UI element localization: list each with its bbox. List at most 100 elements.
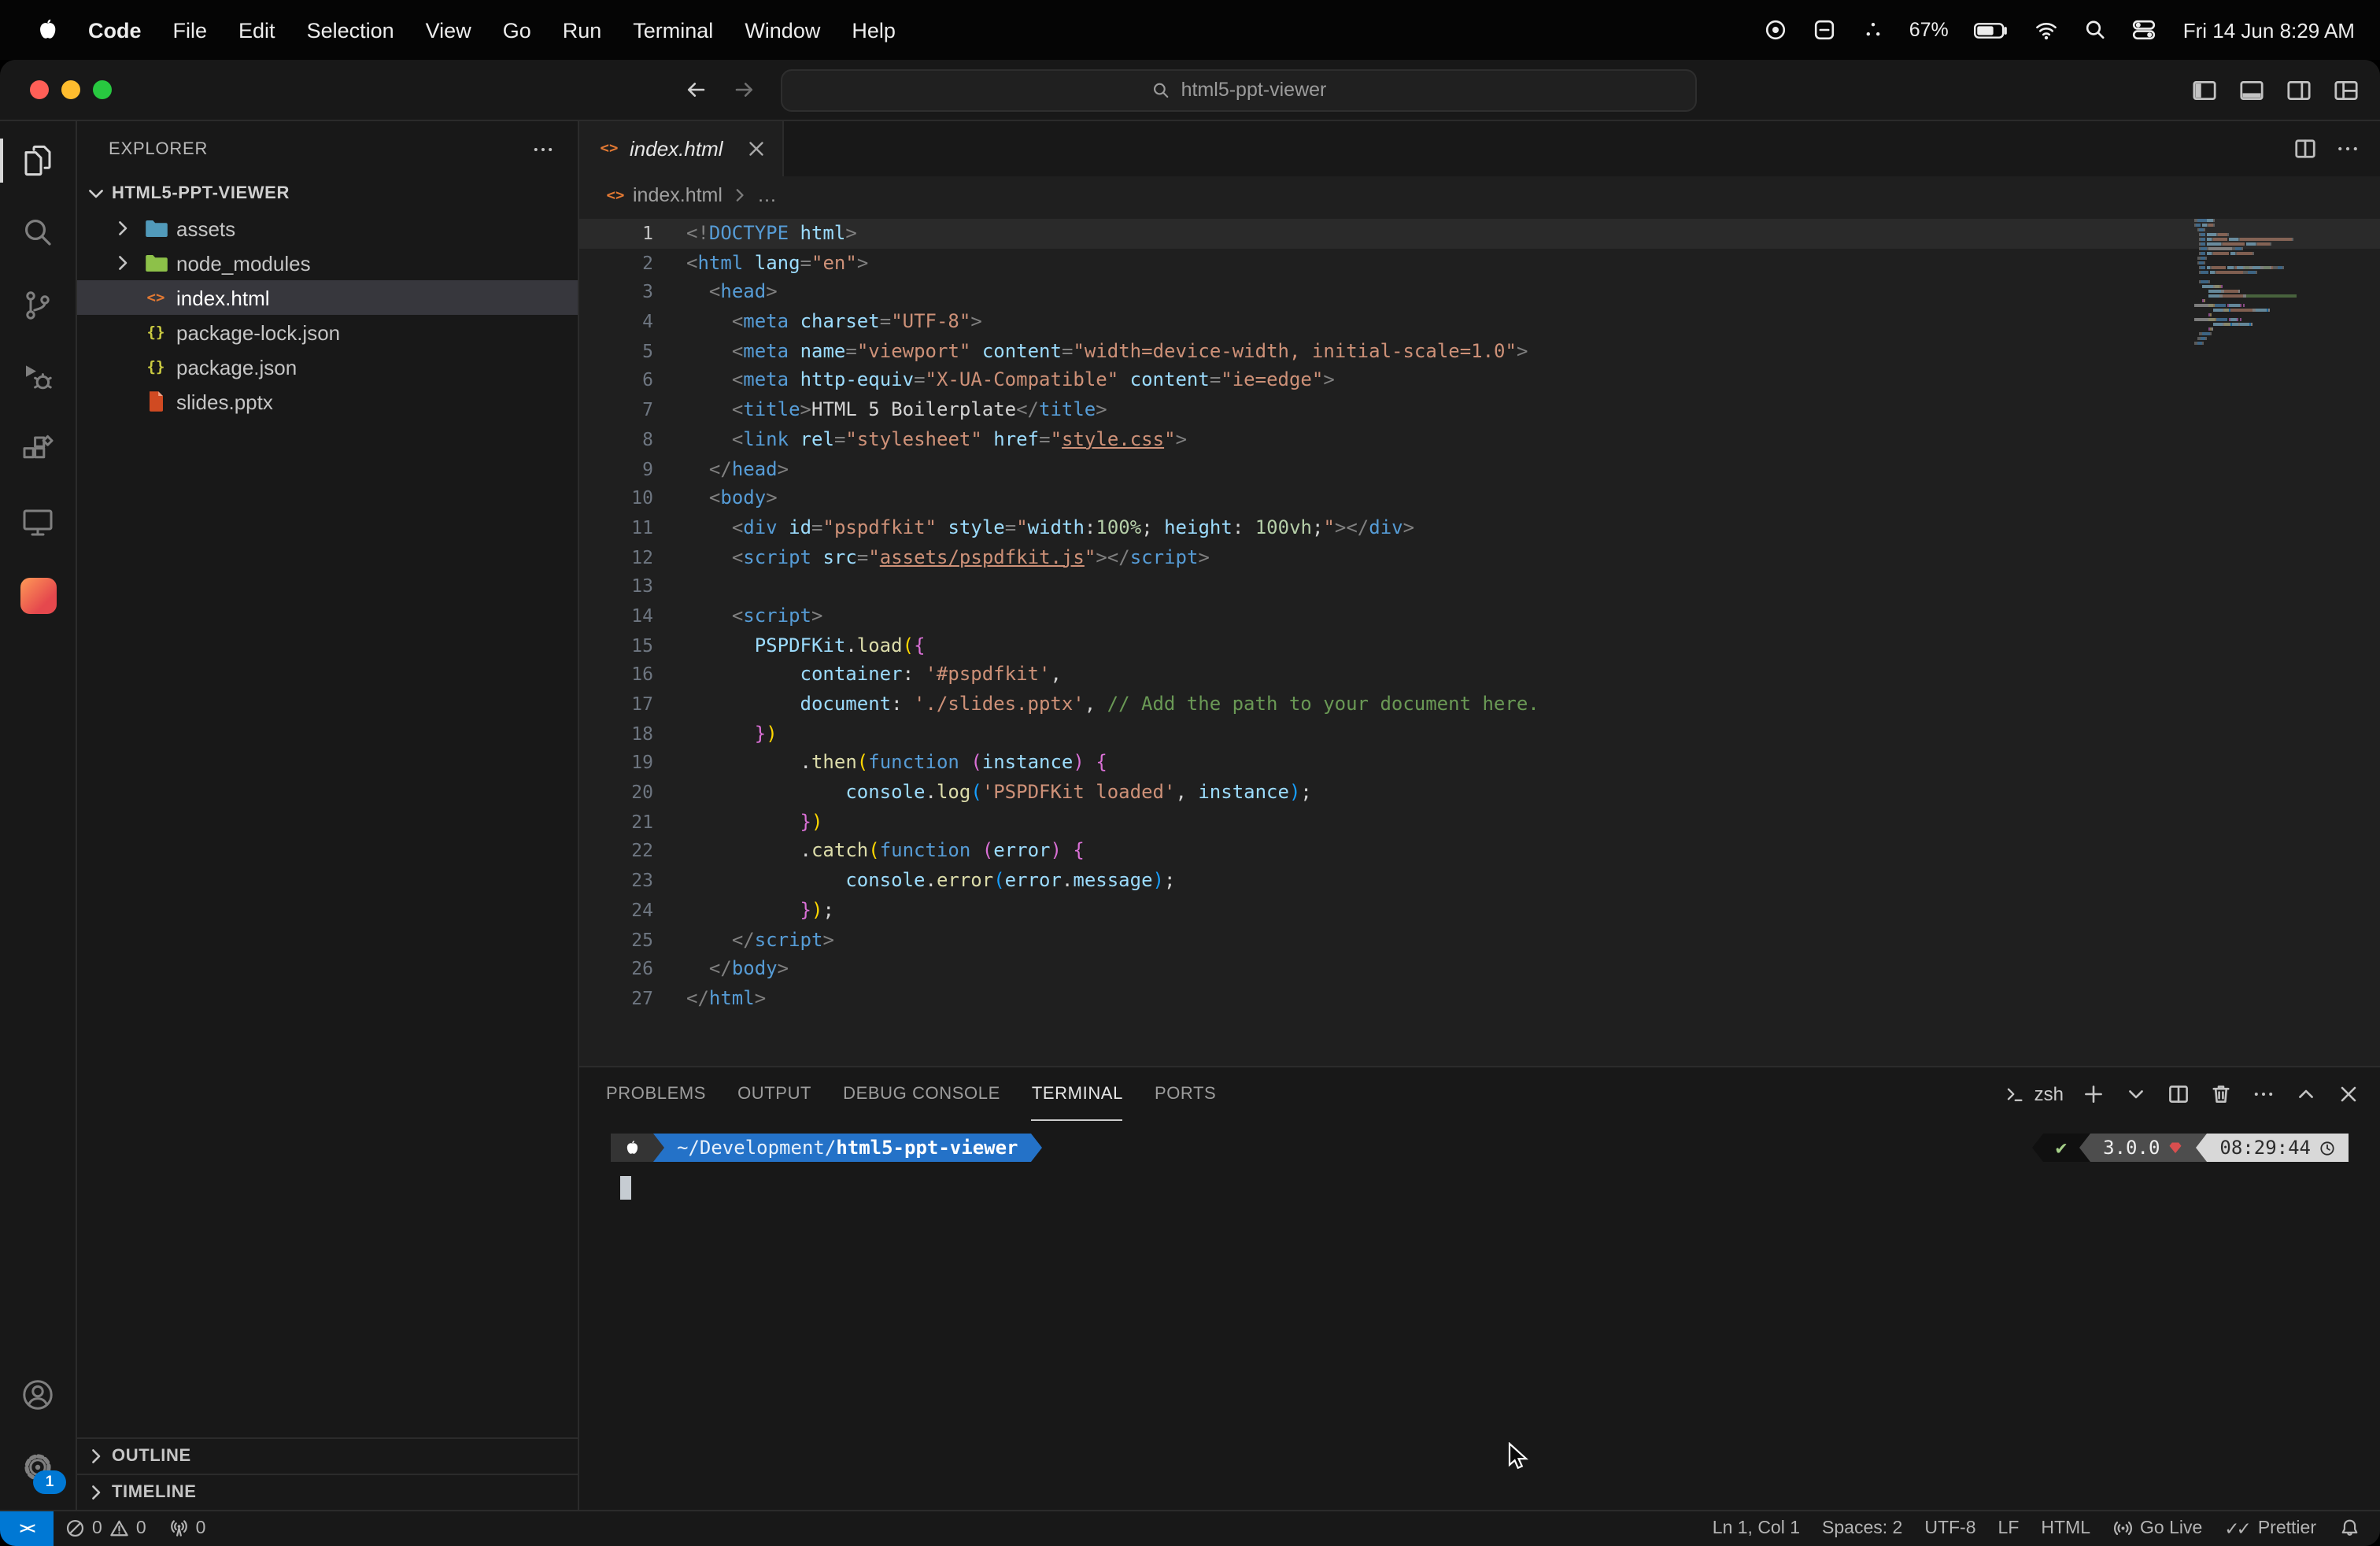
split-editor-icon[interactable] bbox=[2292, 135, 2319, 162]
zoom-window-button[interactable] bbox=[93, 80, 112, 99]
activity-explorer[interactable] bbox=[0, 124, 76, 197]
settings-button[interactable]: 1 bbox=[0, 1431, 76, 1503]
command-center[interactable]: html5-ppt-viewer bbox=[781, 68, 1697, 111]
code-line-7[interactable]: 7 <title>HTML 5 Boilerplate</title> bbox=[579, 395, 2380, 424]
code-editor[interactable]: 1<!DOCTYPE html>2<html lang="en">3 <head… bbox=[579, 214, 2380, 1066]
activity-source-control[interactable] bbox=[0, 269, 76, 342]
file-row-package.json[interactable]: {}package.json bbox=[77, 350, 578, 384]
menu-selection[interactable]: Selection bbox=[291, 18, 410, 42]
breadcrumb-symbol[interactable]: … bbox=[757, 184, 777, 206]
code-line-19[interactable]: 19 .then(function (instance) { bbox=[579, 749, 2380, 778]
panel-tab-problems[interactable]: PROBLEMS bbox=[606, 1067, 706, 1121]
menubar-clock[interactable]: Fri 14 Jun 8:29 AM bbox=[2183, 18, 2355, 42]
menu-code[interactable]: Code bbox=[72, 18, 157, 42]
split-terminal-icon[interactable] bbox=[2166, 1082, 2191, 1107]
line-col-indicator[interactable]: Ln 1, Col 1 bbox=[1702, 1519, 1811, 1538]
close-tab-icon[interactable] bbox=[745, 137, 769, 161]
tab-index-html[interactable]: <> index.html bbox=[579, 121, 785, 176]
project-root-row[interactable]: HTML5-PPT-VIEWER bbox=[77, 176, 578, 211]
encoding-indicator[interactable]: UTF-8 bbox=[1913, 1519, 1986, 1538]
breadcrumb[interactable]: <> index.html … bbox=[579, 176, 2380, 214]
activity-remote-explorer[interactable] bbox=[0, 486, 76, 559]
code-line-20[interactable]: 20 console.log('PSPDFKit loaded', instan… bbox=[579, 778, 2380, 807]
code-line-12[interactable]: 12 <script src="assets/pspdfkit.js"></sc… bbox=[579, 542, 2380, 571]
code-line-18[interactable]: 18 }) bbox=[579, 719, 2380, 748]
code-line-9[interactable]: 9 </head> bbox=[579, 454, 2380, 483]
notifications-bell[interactable] bbox=[2327, 1518, 2371, 1540]
code-line-2[interactable]: 2<html lang="en"> bbox=[579, 248, 2380, 277]
ports-indicator[interactable]: 0 bbox=[157, 1511, 217, 1546]
prettier-button[interactable]: ✓✓ Prettier bbox=[2213, 1518, 2327, 1540]
code-line-25[interactable]: 25 </script> bbox=[579, 925, 2380, 954]
menubar-dots-icon[interactable] bbox=[1861, 17, 1886, 43]
menu-file[interactable]: File bbox=[157, 18, 224, 42]
menu-window[interactable]: Window bbox=[729, 18, 836, 42]
toggle-primary-sidebar-icon[interactable] bbox=[2191, 76, 2218, 103]
code-line-10[interactable]: 10 <body> bbox=[579, 483, 2380, 512]
remote-indicator[interactable]: >< bbox=[0, 1511, 54, 1546]
file-row-node_modules[interactable]: node_modules bbox=[77, 246, 578, 280]
minimize-window-button[interactable] bbox=[61, 80, 80, 99]
wifi-icon[interactable] bbox=[2034, 17, 2059, 43]
file-row-package-lock.json[interactable]: {}package-lock.json bbox=[77, 315, 578, 350]
customize-layout-icon[interactable] bbox=[2333, 76, 2360, 103]
panel-tab-debug-console[interactable]: DEBUG CONSOLE bbox=[843, 1067, 1000, 1121]
menu-go[interactable]: Go bbox=[487, 18, 547, 42]
accounts-button[interactable] bbox=[0, 1359, 76, 1431]
panel-tab-terminal[interactable]: TERMINAL bbox=[1032, 1067, 1123, 1121]
indent-indicator[interactable]: Spaces: 2 bbox=[1811, 1519, 1913, 1538]
terminal-shell-button[interactable]: zsh bbox=[2005, 1083, 2064, 1105]
outline-section[interactable]: OUTLINE bbox=[77, 1437, 578, 1474]
code-line-3[interactable]: 3 <head> bbox=[579, 278, 2380, 307]
code-line-5[interactable]: 5 <meta name="viewport" content="width=d… bbox=[579, 337, 2380, 366]
file-row-assets[interactable]: assets bbox=[77, 211, 578, 246]
maximize-panel-icon[interactable] bbox=[2293, 1082, 2319, 1107]
file-row-index.html[interactable]: <>index.html bbox=[77, 280, 578, 315]
menu-edit[interactable]: Edit bbox=[223, 18, 291, 42]
terminal-dropdown-icon[interactable] bbox=[2123, 1082, 2149, 1107]
menu-terminal[interactable]: Terminal bbox=[617, 18, 729, 42]
code-line-6[interactable]: 6 <meta http-equiv="X-UA-Compatible" con… bbox=[579, 366, 2380, 395]
code-line-17[interactable]: 17 document: './slides.pptx', // Add the… bbox=[579, 690, 2380, 719]
code-line-1[interactable]: 1<!DOCTYPE html> bbox=[579, 219, 2380, 248]
record-indicator-icon[interactable] bbox=[1763, 17, 1788, 43]
toggle-secondary-sidebar-icon[interactable] bbox=[2286, 76, 2312, 103]
toggle-panel-icon[interactable] bbox=[2238, 76, 2265, 103]
code-line-24[interactable]: 24 }); bbox=[579, 896, 2380, 925]
language-indicator[interactable]: HTML bbox=[2030, 1519, 2101, 1538]
timeline-section[interactable]: TIMELINE bbox=[77, 1474, 578, 1510]
spotlight-icon[interactable] bbox=[2082, 17, 2108, 43]
code-line-23[interactable]: 23 console.error(error.message); bbox=[579, 866, 2380, 895]
menu-view[interactable]: View bbox=[410, 18, 487, 42]
code-line-27[interactable]: 27</html> bbox=[579, 984, 2380, 1013]
code-line-13[interactable]: 13 bbox=[579, 572, 2380, 601]
code-line-4[interactable]: 4 <meta charset="UTF-8"> bbox=[579, 307, 2380, 336]
menu-help[interactable]: Help bbox=[836, 18, 911, 42]
apple-menu-icon[interactable] bbox=[35, 17, 60, 43]
explorer-more-actions-icon[interactable] bbox=[530, 136, 556, 161]
code-line-26[interactable]: 26 </body> bbox=[579, 954, 2380, 983]
nav-back-icon[interactable] bbox=[683, 77, 708, 102]
code-line-22[interactable]: 22 .catch(function (error) { bbox=[579, 837, 2380, 866]
close-panel-icon[interactable] bbox=[2336, 1082, 2361, 1107]
code-line-11[interactable]: 11 <div id="pspdfkit" style="width:100%;… bbox=[579, 513, 2380, 542]
eol-indicator[interactable]: LF bbox=[1987, 1519, 2031, 1538]
code-line-16[interactable]: 16 container: '#pspdfkit', bbox=[579, 660, 2380, 690]
nav-forward-icon[interactable] bbox=[732, 77, 757, 102]
code-line-14[interactable]: 14 <script> bbox=[579, 601, 2380, 631]
activity-run-debug[interactable] bbox=[0, 342, 76, 414]
kill-terminal-icon[interactable] bbox=[2208, 1082, 2234, 1107]
battery-icon[interactable] bbox=[1972, 17, 2010, 43]
editor-more-actions-icon[interactable] bbox=[2334, 135, 2361, 162]
code-line-15[interactable]: 15 PSPDFKit.load({ bbox=[579, 631, 2380, 660]
breadcrumb-file[interactable]: index.html bbox=[633, 184, 722, 206]
activity-search[interactable] bbox=[0, 197, 76, 269]
new-terminal-icon[interactable] bbox=[2081, 1082, 2106, 1107]
close-window-button[interactable] bbox=[30, 80, 49, 99]
code-line-21[interactable]: 21 }) bbox=[579, 808, 2380, 837]
code-line-8[interactable]: 8 <link rel="stylesheet" href="style.css… bbox=[579, 425, 2380, 454]
control-center-icon[interactable] bbox=[2131, 17, 2156, 43]
activity-extension-custom[interactable] bbox=[0, 559, 76, 631]
panel-tab-output[interactable]: OUTPUT bbox=[737, 1067, 811, 1121]
file-row-slides.pptx[interactable]: slides.pptx bbox=[77, 384, 578, 419]
